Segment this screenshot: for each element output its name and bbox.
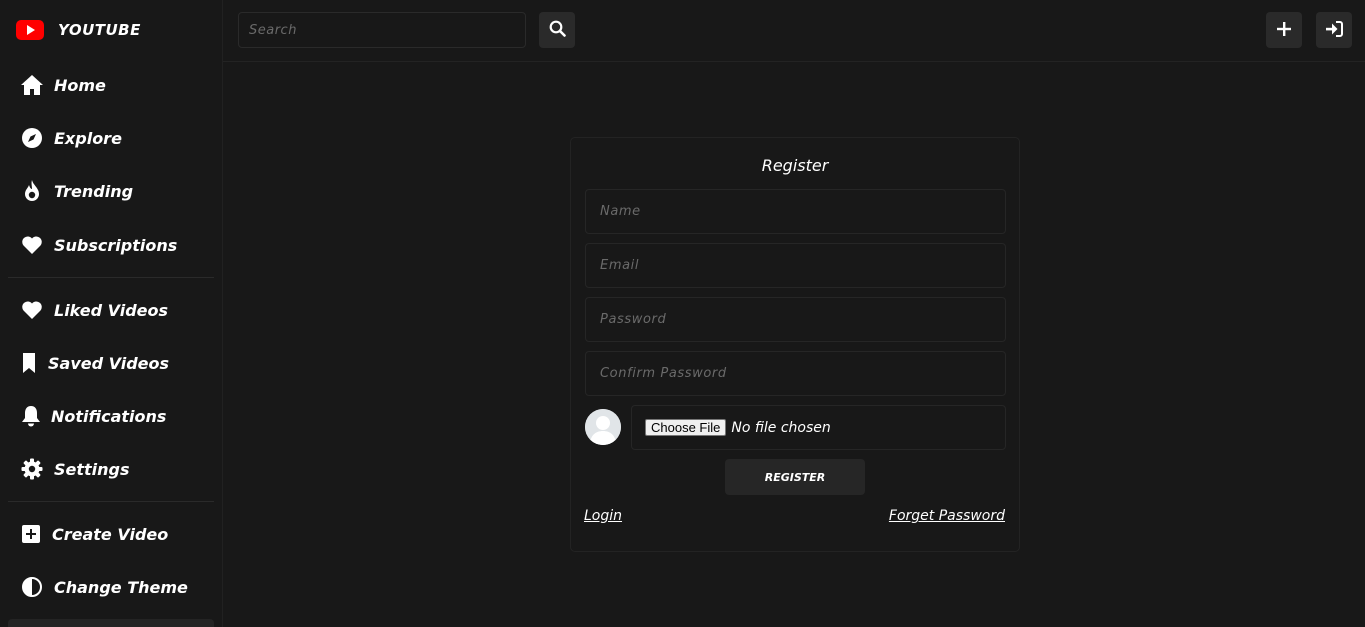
sidebar: YOUTUBE Home Explore Trending Subscripti… <box>0 0 223 627</box>
search-button[interactable] <box>539 12 575 48</box>
sidebar-divider <box>8 501 214 502</box>
bell-icon <box>20 404 41 428</box>
gear-icon <box>20 457 44 481</box>
sidebar-item-label: Explore <box>54 128 122 148</box>
sidebar-item-label: Liked Videos <box>54 300 169 320</box>
compass-icon <box>20 126 44 150</box>
sidebar-item-label: Subscriptions <box>54 235 178 255</box>
sidebar-item-label: Settings <box>54 459 130 479</box>
register-title: Register <box>761 156 829 175</box>
sidebar-item-label: Notifications <box>51 406 167 426</box>
register-button[interactable]: REGISTER <box>725 459 865 495</box>
user-avatar-icon <box>585 409 621 445</box>
email-field[interactable] <box>585 243 1006 288</box>
sidebar-item-notifications[interactable]: Notifications <box>20 402 166 430</box>
brand-name: YOUTUBE <box>58 21 141 39</box>
password-field[interactable] <box>585 297 1006 342</box>
sidebar-item-saved-videos[interactable]: Saved Videos <box>20 349 169 377</box>
fire-icon <box>20 179 44 203</box>
sidebar-item-label: Home <box>54 75 106 95</box>
sidebar-divider <box>8 277 214 278</box>
avatar-preview <box>585 409 621 445</box>
heart-icon <box>20 233 44 257</box>
plus-square-icon <box>20 522 42 546</box>
heart-icon <box>20 298 44 322</box>
sidebar-item-settings[interactable]: Settings <box>20 455 130 483</box>
sidebar-item-subscriptions[interactable]: Subscriptions <box>20 231 177 259</box>
brand[interactable]: YOUTUBE <box>16 18 141 42</box>
login-link[interactable]: Login <box>584 508 622 524</box>
youtube-logo-icon <box>16 20 44 40</box>
register-card: Register Choose File No file chosen REGI… <box>570 137 1020 552</box>
sidebar-item-label: Create Video <box>52 524 169 544</box>
file-status-text: No file chosen <box>731 419 831 436</box>
confirm-password-field[interactable] <box>585 351 1006 396</box>
name-field[interactable] <box>585 189 1006 234</box>
sidebar-item-home[interactable]: Home <box>20 71 106 99</box>
forget-password-link[interactable]: Forget Password <box>889 508 1005 524</box>
sidebar-item-change-theme[interactable]: Change Theme <box>20 573 188 601</box>
file-upload-field: Choose File No file chosen <box>631 405 1006 450</box>
bookmark-icon <box>20 351 38 375</box>
plus-icon <box>1277 21 1291 39</box>
search-icon <box>549 20 566 40</box>
sidebar-item-label: Saved Videos <box>48 353 170 373</box>
sidebar-scroll-edge <box>8 619 214 627</box>
sign-in-icon <box>1325 20 1343 40</box>
sidebar-item-label: Trending <box>54 181 134 201</box>
sidebar-item-explore[interactable]: Explore <box>20 124 122 152</box>
login-button[interactable] <box>1316 12 1352 48</box>
sidebar-item-label: Change Theme <box>54 577 188 597</box>
sidebar-item-liked-videos[interactable]: Liked Videos <box>20 296 168 324</box>
add-button[interactable] <box>1266 12 1302 48</box>
top-header <box>223 0 1365 62</box>
sidebar-item-create-video[interactable]: Create Video <box>20 520 168 548</box>
search-input[interactable] <box>238 12 526 48</box>
sidebar-item-trending[interactable]: Trending <box>20 177 133 205</box>
home-icon <box>20 73 44 97</box>
choose-file-button[interactable]: Choose File <box>645 419 727 436</box>
half-circle-icon <box>20 575 44 599</box>
